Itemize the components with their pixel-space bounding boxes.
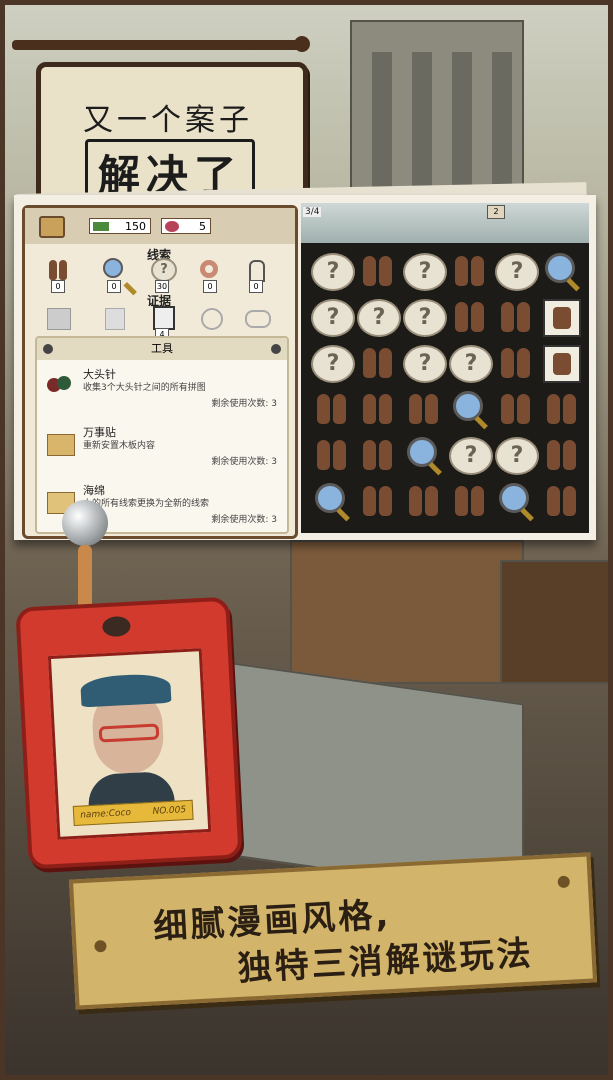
tool-desc: 重新安置木板内容: [83, 441, 156, 451]
feature-banner: 细腻漫画风格, 独特三消解谜玩法: [68, 852, 598, 1010]
magnifier-tile[interactable]: [493, 479, 537, 523]
question-bubble-tile[interactable]: ?: [355, 295, 401, 339]
footprints-tile[interactable]: [447, 249, 491, 293]
detective-name: name:Coco: [79, 808, 132, 821]
tool-item-pin[interactable]: 大头针 收集3个大头针之间的所有拼图 剩余使用次数: 3: [43, 364, 281, 416]
pin-icon: [45, 372, 75, 398]
candy-counter: 5: [161, 218, 211, 234]
magnifier-tile[interactable]: [401, 433, 445, 477]
scene-strip: 3/4 2: [301, 203, 589, 243]
footprints-tile[interactable]: [493, 341, 537, 385]
rivet-icon: [94, 939, 107, 953]
magnifier-icon[interactable]: 0: [101, 258, 129, 293]
tool-remaining: 剩余使用次数: 3: [211, 457, 277, 467]
donut-icon[interactable]: 0: [197, 258, 225, 293]
question-bubble-tile[interactable]: ?: [309, 295, 355, 339]
rivet-icon: [271, 344, 281, 354]
footprints-tile[interactable]: [309, 387, 353, 431]
magnifier-tile[interactable]: [309, 479, 353, 523]
background-bank-sign: [500, 560, 612, 684]
paper-icon[interactable]: [101, 306, 129, 334]
clue-count: 0: [107, 280, 121, 293]
detective-portrait: name:Coco NO.005: [47, 648, 212, 840]
inventory-topbar: 150 5: [25, 208, 295, 244]
money-value: 150: [125, 220, 146, 233]
footprints-tile[interactable]: [309, 433, 353, 477]
glasses-icon: [98, 723, 160, 743]
magnifier-tile[interactable]: [447, 387, 491, 431]
hat-icon: [80, 672, 172, 708]
inventory-panel: 150 5 线索 0 0 ? 30 0 0 证据 4 工具 大头针 收集3个大头…: [22, 205, 298, 539]
watch-icon[interactable]: [197, 306, 225, 334]
clue-count: 0: [249, 280, 263, 293]
footprints-tile[interactable]: [355, 249, 399, 293]
clamp-icon[interactable]: 0: [243, 258, 271, 293]
map-icon[interactable]: [45, 306, 73, 334]
clue-count: 0: [51, 280, 65, 293]
footprints-tile[interactable]: [539, 433, 583, 477]
chain-icon[interactable]: [243, 306, 271, 334]
footprints-tile[interactable]: [401, 387, 445, 431]
footprints-tile[interactable]: [539, 479, 583, 523]
gameplay-card: 150 5 线索 0 0 ? 30 0 0 证据 4 工具 大头针 收集3个大头…: [14, 195, 596, 540]
question-bubble-tile[interactable]: ?: [493, 249, 539, 293]
tool-remaining: 剩余使用次数: 3: [211, 515, 277, 525]
rivet-icon: [43, 344, 53, 354]
detective-id-tag: name:Coco NO.005: [15, 596, 243, 870]
sign-pole: [12, 36, 310, 52]
footprints-tile[interactable]: [355, 479, 399, 523]
detective-number: NO.005: [152, 805, 187, 817]
footprints-tile[interactable]: [539, 387, 583, 431]
footprints-tile[interactable]: [355, 387, 399, 431]
tool-item-sticky[interactable]: 万事贴 重新安置木板内容 剩余使用次数: 3: [43, 422, 281, 474]
question-bubble-tile[interactable]: ?: [401, 249, 447, 293]
footprints-tile[interactable]: [447, 479, 491, 523]
sign-line-1: 又一个案子: [83, 103, 253, 138]
folder-icon[interactable]: [39, 216, 65, 238]
candy-value: 5: [199, 220, 206, 233]
footprints-tile[interactable]: [447, 295, 491, 339]
footprints-tile[interactable]: [493, 295, 537, 339]
question-bubble-icon[interactable]: ? 30: [149, 258, 177, 293]
board-badge: 2: [487, 205, 505, 219]
tool-desc: 收集3个大头针之间的所有拼图: [83, 383, 206, 393]
sticky-note-icon: [45, 430, 75, 456]
question-bubble-tile[interactable]: ?: [309, 341, 355, 385]
photo-tile[interactable]: [539, 295, 583, 339]
clue-count: 0: [203, 280, 217, 293]
question-bubble-tile[interactable]: ?: [401, 295, 447, 339]
footprints-tile[interactable]: [355, 433, 399, 477]
photo-icon[interactable]: 4: [149, 306, 177, 341]
banknote-icon: [93, 222, 109, 231]
footprints-icon[interactable]: 0: [45, 258, 73, 293]
footprints-tile[interactable]: [401, 479, 445, 523]
question-bubble-tile[interactable]: ?: [493, 433, 539, 477]
question-bubble-tile[interactable]: ?: [447, 341, 493, 385]
background-shop: [290, 540, 524, 684]
footprints-tile[interactable]: [493, 387, 537, 431]
level-progress: 3/4: [303, 207, 322, 217]
match3-board: 3/4 2 ???????????: [301, 203, 589, 533]
money-counter: 150: [89, 218, 151, 234]
photo-tile[interactable]: [539, 341, 583, 385]
rivet-icon: [557, 875, 571, 889]
question-bubble-tile[interactable]: ?: [447, 433, 493, 477]
tile-grid: ???????????: [309, 249, 585, 529]
footprints-tile[interactable]: [355, 341, 399, 385]
magnifier-tile[interactable]: [539, 249, 583, 293]
question-bubble-tile[interactable]: ?: [401, 341, 447, 385]
tag-pin-icon: [62, 500, 108, 546]
tool-remaining: 剩余使用次数: 3: [211, 399, 277, 409]
tag-hole: [101, 615, 131, 638]
tools-title: 工具: [151, 342, 173, 355]
candy-icon: [165, 221, 179, 232]
tools-header: 工具: [37, 338, 287, 360]
question-bubble-tile[interactable]: ?: [309, 249, 355, 293]
